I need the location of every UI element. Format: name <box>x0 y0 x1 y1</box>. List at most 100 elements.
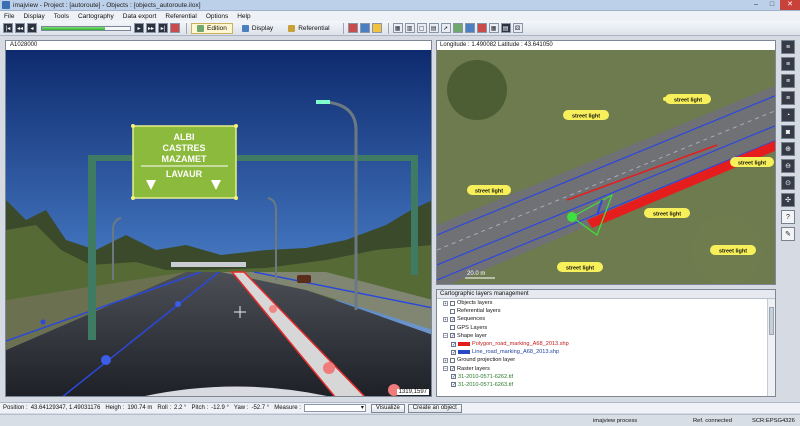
menu-tools[interactable]: Tools <box>54 13 69 20</box>
dice-icon[interactable]: ⚄ <box>512 23 523 33</box>
first-frame-icon[interactable]: |◂ <box>3 23 13 33</box>
expand-toggle-icon[interactable]: − <box>443 333 448 339</box>
menu-display[interactable]: Display <box>23 13 44 20</box>
layers-icon[interactable] <box>476 23 487 33</box>
menu-file[interactable]: File <box>4 13 14 20</box>
layer-row[interactable]: + Ground projection layer <box>437 356 767 364</box>
layer-checkbox[interactable]: ✓ <box>450 316 455 322</box>
referential-mode-button[interactable]: Referential <box>282 23 335 34</box>
maximize-button[interactable]: □ <box>764 0 780 10</box>
street-light-label[interactable]: street light <box>563 110 609 120</box>
stack-icon[interactable]: ▤ <box>500 23 511 33</box>
arrow-icon[interactable]: ➚ <box>440 23 451 33</box>
street-light-label[interactable]: street light <box>710 245 756 255</box>
minimize-button[interactable]: – <box>748 0 764 10</box>
close-button[interactable]: ✕ <box>780 0 800 10</box>
expand-toggle-icon[interactable]: − <box>443 366 448 372</box>
street-light-label[interactable]: street light <box>730 157 774 167</box>
play-backward-icon[interactable]: ◂ <box>27 23 37 33</box>
layer-row[interactable]: − ✓ Raster layers <box>437 365 767 373</box>
street-view-image[interactable]: ALBI CASTRES MAZAMET LAVAUR <box>6 50 432 397</box>
camera-icon[interactable]: ◙ <box>781 125 795 139</box>
zoom-fit-icon[interactable]: ⊙ <box>781 176 795 190</box>
menu-cartography[interactable]: Cartography <box>78 13 114 20</box>
edition-mode-button[interactable]: Edition <box>191 22 233 34</box>
display-mode-button[interactable]: Display <box>236 23 279 34</box>
previous-frame-icon[interactable]: ◂◂ <box>15 23 25 33</box>
slider-icon[interactable]: ≡ <box>781 40 795 54</box>
layer-checkbox[interactable]: ✓ <box>450 366 455 372</box>
create-object-button[interactable]: Create an object <box>407 403 462 413</box>
layer-label: 31-2010-0571-6263.tif <box>458 381 514 388</box>
compass-icon[interactable]: ✣ <box>781 193 795 207</box>
position-value: 43.64129347, 1.49031176 <box>30 405 101 411</box>
layer-row[interactable]: ✓ Polygon_road_marking_A68_2013.shp <box>437 340 767 348</box>
globe-icon[interactable] <box>452 23 463 33</box>
street-light-label-text: street light <box>475 189 503 195</box>
camera-icon[interactable] <box>347 23 358 33</box>
layout-grid-icon[interactable]: ▦ <box>488 23 499 33</box>
target-icon[interactable] <box>359 23 370 33</box>
layer-row[interactable]: Referential layers <box>437 307 767 315</box>
playback-progress-bar[interactable] <box>41 25 131 31</box>
heigh-label: Heigh : <box>105 405 125 411</box>
expand-toggle-icon[interactable]: + <box>443 300 448 306</box>
menu-data-export[interactable]: Data export <box>123 13 157 20</box>
layer-row[interactable]: − ✓ Shape layer <box>437 332 767 340</box>
dice-icon[interactable] <box>371 23 382 33</box>
layer-checkbox[interactable]: ✓ <box>451 382 456 388</box>
last-frame-icon[interactable]: ▸| <box>158 23 168 33</box>
visualize-button[interactable]: Visualize <box>370 403 405 413</box>
slider-icon[interactable]: ≡ <box>781 74 795 88</box>
help-icon[interactable]: ? <box>781 210 795 224</box>
map-view[interactable]: Longitude : 1.490082 Latitude : 43.64105… <box>436 40 776 285</box>
slider-icon[interactable]: ≡ <box>781 91 795 105</box>
layer-checkbox[interactable]: ✓ <box>451 374 456 380</box>
layer-row[interactable]: GPS Layers <box>437 324 767 332</box>
grid-icon[interactable] <box>464 23 475 33</box>
zoom-in-icon[interactable]: ⊕ <box>781 142 795 156</box>
layer-row[interactable]: + Objects layers <box>437 299 767 307</box>
video-view[interactable]: A1028000 ALBI CASTRES MAZAMET LAVAUR 131… <box>5 40 432 397</box>
play-icon[interactable]: ▸ <box>134 23 144 33</box>
record-icon[interactable] <box>170 23 180 33</box>
edit-icon[interactable]: ✎ <box>781 227 795 241</box>
layer-tree: + Objects layers Referential layers + ✓ Seque… <box>437 299 767 396</box>
street-light-label-text: street light <box>566 266 594 272</box>
layer-row[interactable]: ✓ 31-2010-0571-6262.tif <box>437 373 767 381</box>
street-light-label[interactable]: street light <box>557 262 603 272</box>
yaw-label: Yaw : <box>233 405 249 411</box>
expand-toggle-icon[interactable]: + <box>443 357 448 363</box>
layers-scrollbar[interactable] <box>767 299 775 396</box>
stack-icon[interactable]: ▤ <box>428 23 439 33</box>
slider-icon[interactable]: ≡ <box>781 57 795 71</box>
layout-single-icon[interactable]: ▢ <box>416 23 427 33</box>
layer-checkbox[interactable]: ✓ <box>451 349 456 355</box>
street-light-label-text: street light <box>719 249 747 255</box>
next-frame-icon[interactable]: ▸▸ <box>146 23 156 33</box>
expand-toggle-icon[interactable]: + <box>443 316 448 322</box>
layer-checkbox[interactable]: ✓ <box>451 341 456 347</box>
street-light-label[interactable]: street light <box>644 208 690 218</box>
layer-row[interactable]: + ✓ Sequences <box>437 315 767 323</box>
gauge-icon[interactable]: ◔ <box>781 108 795 122</box>
layer-checkbox[interactable] <box>450 300 455 306</box>
layer-row[interactable]: ✓ Line_road_marking_A68_2013.shp <box>437 348 767 356</box>
scrollbar-thumb[interactable] <box>769 307 774 335</box>
layer-checkbox[interactable]: ✓ <box>450 333 455 339</box>
layout-split-icon[interactable]: ▥ <box>404 23 415 33</box>
street-light-label[interactable]: street light <box>663 94 711 104</box>
layout-grid-icon[interactable]: ▦ <box>392 23 403 33</box>
layer-label: Ground projection layer <box>457 357 516 364</box>
aerial-map[interactable]: 20.0 m street light street light street … <box>437 50 776 285</box>
layer-checkbox[interactable] <box>450 308 455 314</box>
menu-help[interactable]: Help <box>237 13 250 20</box>
layer-checkbox[interactable] <box>450 357 455 363</box>
layer-checkbox[interactable] <box>450 325 455 331</box>
zoom-out-icon[interactable]: ⊖ <box>781 159 795 173</box>
menu-options[interactable]: Options <box>206 13 228 20</box>
menu-referential[interactable]: Referential <box>165 13 196 20</box>
measure-select[interactable] <box>303 404 366 412</box>
street-light-label[interactable]: street light <box>467 185 511 195</box>
layer-row[interactable]: ✓ 31-2010-0571-6263.tif <box>437 381 767 389</box>
